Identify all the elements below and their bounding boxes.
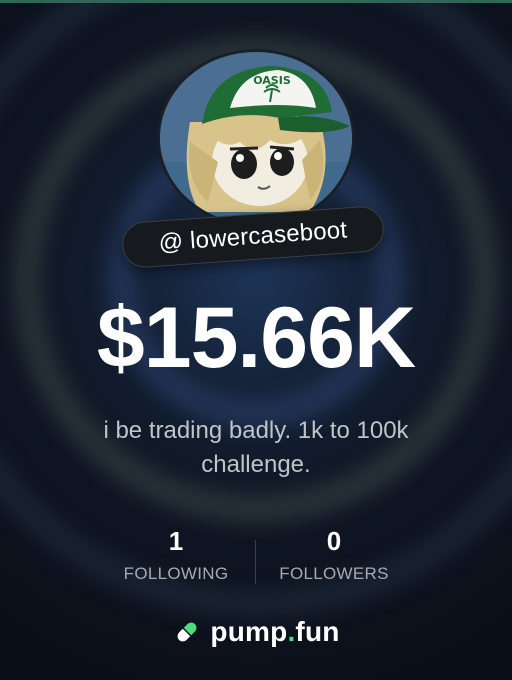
brand-logo[interactable]: pump.fun	[0, 612, 512, 652]
followers-stat[interactable]: 0 FOLLOWERS	[244, 524, 424, 586]
brand-name: pump.fun	[210, 616, 339, 648]
profile-bio: i be trading badly. 1k to 100k challenge…	[103, 417, 409, 478]
brand-name-part1: pump	[210, 616, 288, 647]
brand-name-part2: fun	[295, 616, 340, 647]
following-stat[interactable]: 1 FOLLOWING	[86, 524, 266, 586]
stats-row: 1 FOLLOWING 0 FOLLOWERS	[0, 524, 512, 594]
followers-count: 0	[326, 526, 342, 556]
avatar[interactable]: OASIS	[160, 52, 352, 224]
username-label: @ lowercaseboot	[157, 216, 349, 257]
profile-card: OASIS @ lowercaseboot $15.66K i be tradi…	[0, 0, 512, 680]
stats-divider	[255, 540, 256, 584]
pill-icon	[176, 621, 199, 643]
followers-label: FOLLOWERS	[279, 564, 389, 583]
balance-value: $15.66K	[96, 290, 416, 386]
following-count: 1	[168, 526, 184, 556]
following-label: FOLLOWING	[123, 564, 229, 583]
avatar-image: OASIS	[160, 52, 352, 224]
